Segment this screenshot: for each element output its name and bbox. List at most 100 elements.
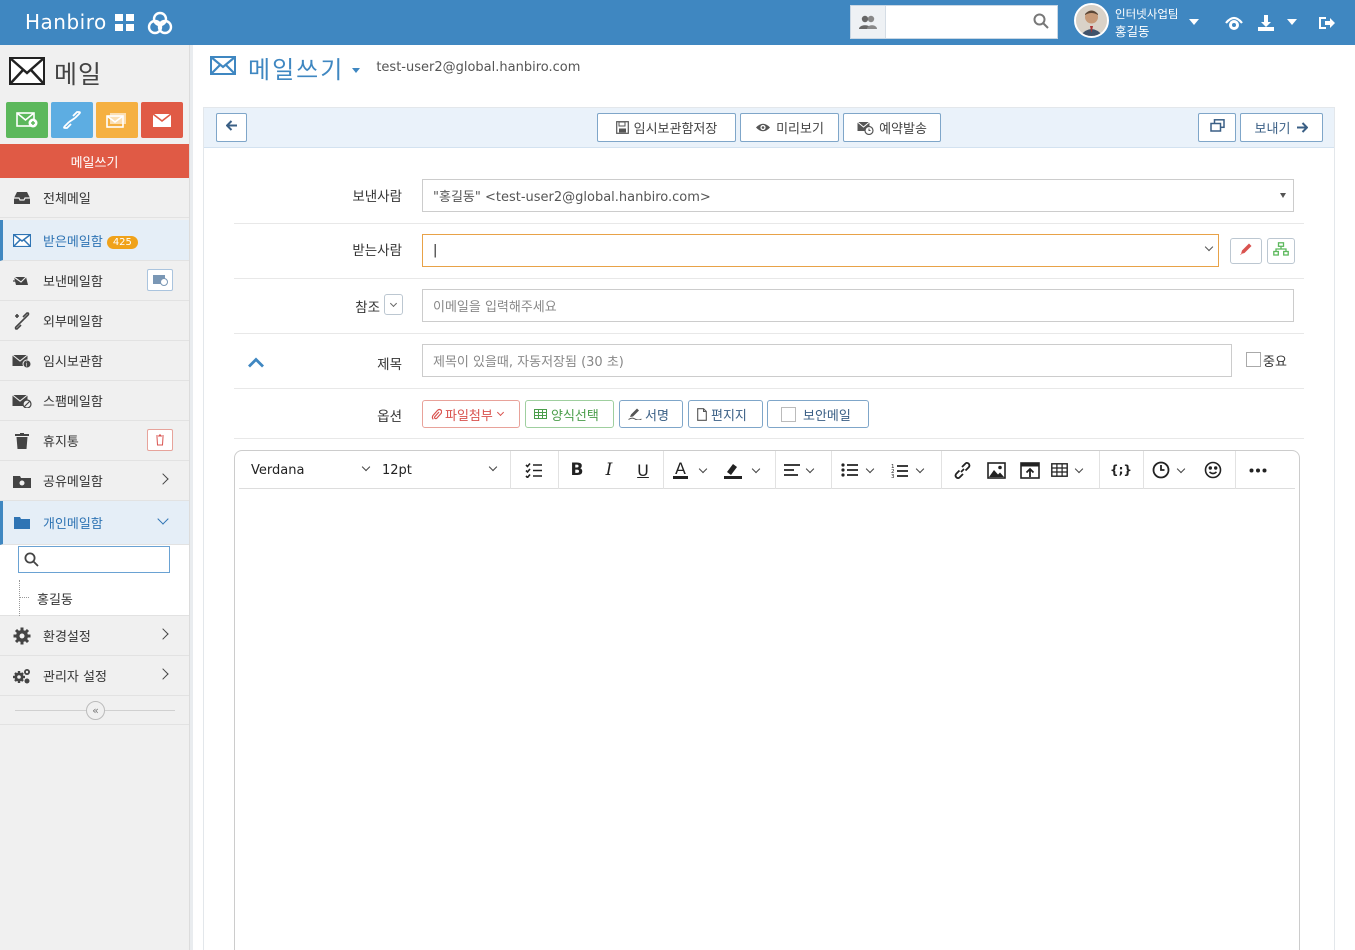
download-dropdown-icon[interactable] bbox=[1287, 19, 1297, 25]
unread-count-badge: 425 bbox=[106, 235, 138, 249]
tree-line bbox=[19, 580, 20, 616]
edit-recipients-button[interactable] bbox=[1230, 238, 1262, 264]
highlight-color-icon[interactable] bbox=[723, 460, 769, 480]
quick-new-mail-button[interactable] bbox=[6, 102, 48, 138]
template-button[interactable]: 양식선택 bbox=[525, 400, 614, 428]
from-select[interactable]: "홍길동" <test-user2@global.hanbiro.com> bbox=[422, 179, 1294, 212]
title-dropdown-icon[interactable] bbox=[352, 67, 361, 73]
compose-mail-button[interactable]: 메일쓰기 bbox=[0, 144, 189, 178]
sidebar: 메일 메일쓰기 전체메일 받은메일함 425 보낸메일함 외부메일함 i 임시보관… bbox=[0, 45, 190, 950]
chevron-down-icon bbox=[1204, 242, 1214, 252]
popout-window-button[interactable] bbox=[1198, 113, 1236, 142]
sidebar-item-shared[interactable]: 공유메일함 bbox=[0, 461, 189, 501]
user-menu[interactable]: 인터넷사업팀 홍길동 bbox=[1074, 3, 1204, 41]
to-input[interactable]: | bbox=[422, 234, 1219, 267]
secure-mail-checkbox[interactable] bbox=[781, 406, 796, 422]
chevron-down-icon bbox=[157, 513, 169, 525]
important-checkbox[interactable] bbox=[1246, 352, 1261, 367]
text-color-icon[interactable]: A bbox=[673, 460, 719, 480]
upload-icon[interactable] bbox=[1018, 460, 1042, 480]
subject-input[interactable]: 제목이 있을때, 자동저장됨 (30 초) bbox=[422, 344, 1232, 377]
emoji-icon[interactable] bbox=[1201, 460, 1225, 480]
sidebar-item-all-mail[interactable]: 전체메일 bbox=[0, 178, 189, 218]
quick-external-mail-button[interactable] bbox=[51, 102, 93, 138]
from-row: 보낸사람 "홍길동" <test-user2@global.hanbiro.co… bbox=[234, 168, 1304, 224]
preview-button[interactable]: 미리보기 bbox=[740, 113, 839, 142]
sidebar-item-drafts[interactable]: i 임시보관함 bbox=[0, 341, 189, 381]
sync-icon[interactable] bbox=[1221, 10, 1247, 36]
download-icon[interactable] bbox=[1253, 10, 1279, 36]
font-family-select[interactable]: Verdana bbox=[251, 460, 371, 480]
sidebar-item-admin-settings[interactable]: 관리자 설정 bbox=[0, 656, 189, 696]
user-dropdown-icon[interactable] bbox=[1189, 19, 1199, 25]
contacts-group-icon[interactable] bbox=[851, 6, 886, 38]
signature-button[interactable]: 서명 bbox=[619, 400, 683, 428]
bold-icon[interactable]: B bbox=[565, 460, 589, 480]
apps-grid-icon[interactable] bbox=[112, 10, 138, 36]
sidebar-item-spam[interactable]: 스팸메일함 bbox=[0, 381, 189, 421]
file-icon bbox=[697, 407, 707, 421]
sidebar-item-personal[interactable]: 개인메일함 bbox=[0, 501, 189, 545]
sidebar-item-label: 임시보관함 bbox=[43, 355, 103, 370]
folder-search-input[interactable] bbox=[43, 549, 165, 570]
link-icon[interactable] bbox=[950, 460, 974, 480]
template-label: 양식선택 bbox=[551, 408, 599, 424]
attach-file-button[interactable]: 파일첨부 bbox=[422, 400, 520, 428]
numbered-list-icon[interactable]: 123 bbox=[891, 460, 933, 480]
user-avatar bbox=[1074, 3, 1109, 38]
secure-mail-toggle[interactable]: 보안메일 bbox=[767, 400, 869, 428]
empty-trash-icon[interactable] bbox=[147, 429, 173, 451]
brand-logo[interactable]: Hanbiro bbox=[25, 10, 107, 34]
sidebar-item-label: 관리자 설정 bbox=[43, 670, 107, 685]
image-icon[interactable] bbox=[984, 460, 1008, 480]
sidebar-item-label: 환경설정 bbox=[43, 630, 91, 645]
sent-mail-action-icon[interactable] bbox=[147, 269, 173, 291]
collapse-header-icon[interactable] bbox=[247, 357, 265, 372]
logout-icon[interactable] bbox=[1314, 10, 1340, 36]
align-icon[interactable] bbox=[783, 460, 823, 480]
global-search-input[interactable] bbox=[886, 6, 1026, 38]
back-button[interactable] bbox=[216, 113, 247, 142]
quick-inbox-button[interactable] bbox=[141, 102, 183, 138]
hanbiro-logo-icon[interactable] bbox=[147, 10, 173, 36]
search-icon[interactable] bbox=[1033, 13, 1049, 33]
org-chart-button[interactable] bbox=[1267, 238, 1295, 264]
collapse-sidebar-icon[interactable]: « bbox=[86, 701, 105, 720]
stationery-button[interactable]: 편지지 bbox=[688, 400, 763, 428]
sidebar-item-external[interactable]: 외부메일함 bbox=[0, 301, 189, 341]
bullet-list-icon[interactable] bbox=[841, 460, 883, 480]
quick-unread-mail-button[interactable] bbox=[96, 102, 138, 138]
underline-icon[interactable]: U bbox=[631, 460, 655, 480]
cc-expand-button[interactable] bbox=[384, 294, 403, 315]
editor-body[interactable] bbox=[235, 490, 1299, 950]
sidebar-item-inbox[interactable]: 받은메일함 425 bbox=[0, 220, 189, 261]
schedule-send-button[interactable]: 예약발송 bbox=[843, 113, 941, 142]
italic-icon[interactable]: I bbox=[597, 460, 621, 480]
save-draft-button[interactable]: 임시보관함저장 bbox=[597, 113, 736, 142]
folder-item-hong[interactable]: 홍길동 bbox=[0, 580, 189, 616]
cc-input[interactable]: 이메일을 입력해주세요 bbox=[422, 289, 1294, 322]
checklist-icon[interactable] bbox=[520, 460, 548, 480]
folder-search bbox=[18, 546, 170, 573]
chevron-right-icon bbox=[157, 473, 169, 485]
send-button[interactable]: 보내기 bbox=[1240, 113, 1323, 142]
sidebar-item-settings[interactable]: 환경설정 bbox=[0, 616, 189, 656]
clock-icon[interactable] bbox=[1152, 460, 1196, 480]
table-icon[interactable] bbox=[1051, 460, 1091, 480]
code-block-icon[interactable]: {;} bbox=[1108, 460, 1134, 480]
font-size-select[interactable]: 12pt bbox=[382, 460, 498, 480]
chevron-down-icon bbox=[389, 299, 398, 307]
options-label: 옵션 bbox=[377, 409, 402, 425]
search-icon bbox=[24, 552, 39, 571]
gear-icon bbox=[12, 627, 32, 645]
sidebar-item-sent[interactable]: 보낸메일함 bbox=[0, 261, 189, 301]
more-options-icon[interactable] bbox=[1243, 460, 1273, 480]
font-family-value: Verdana bbox=[251, 462, 305, 478]
signature-pen-icon bbox=[628, 408, 642, 420]
sidebar-item-label: 공유메일함 bbox=[43, 475, 103, 490]
sidebar-item-trash[interactable]: 휴지통 bbox=[0, 421, 189, 461]
sidebar-item-label: 외부메일함 bbox=[43, 315, 103, 330]
page-header: 메일쓰기 test-user2@global.hanbiro.com bbox=[210, 50, 580, 84]
cc-row: 참조 이메일을 입력해주세요 bbox=[234, 279, 1304, 334]
schedule-send-label: 예약발송 bbox=[879, 122, 927, 137]
